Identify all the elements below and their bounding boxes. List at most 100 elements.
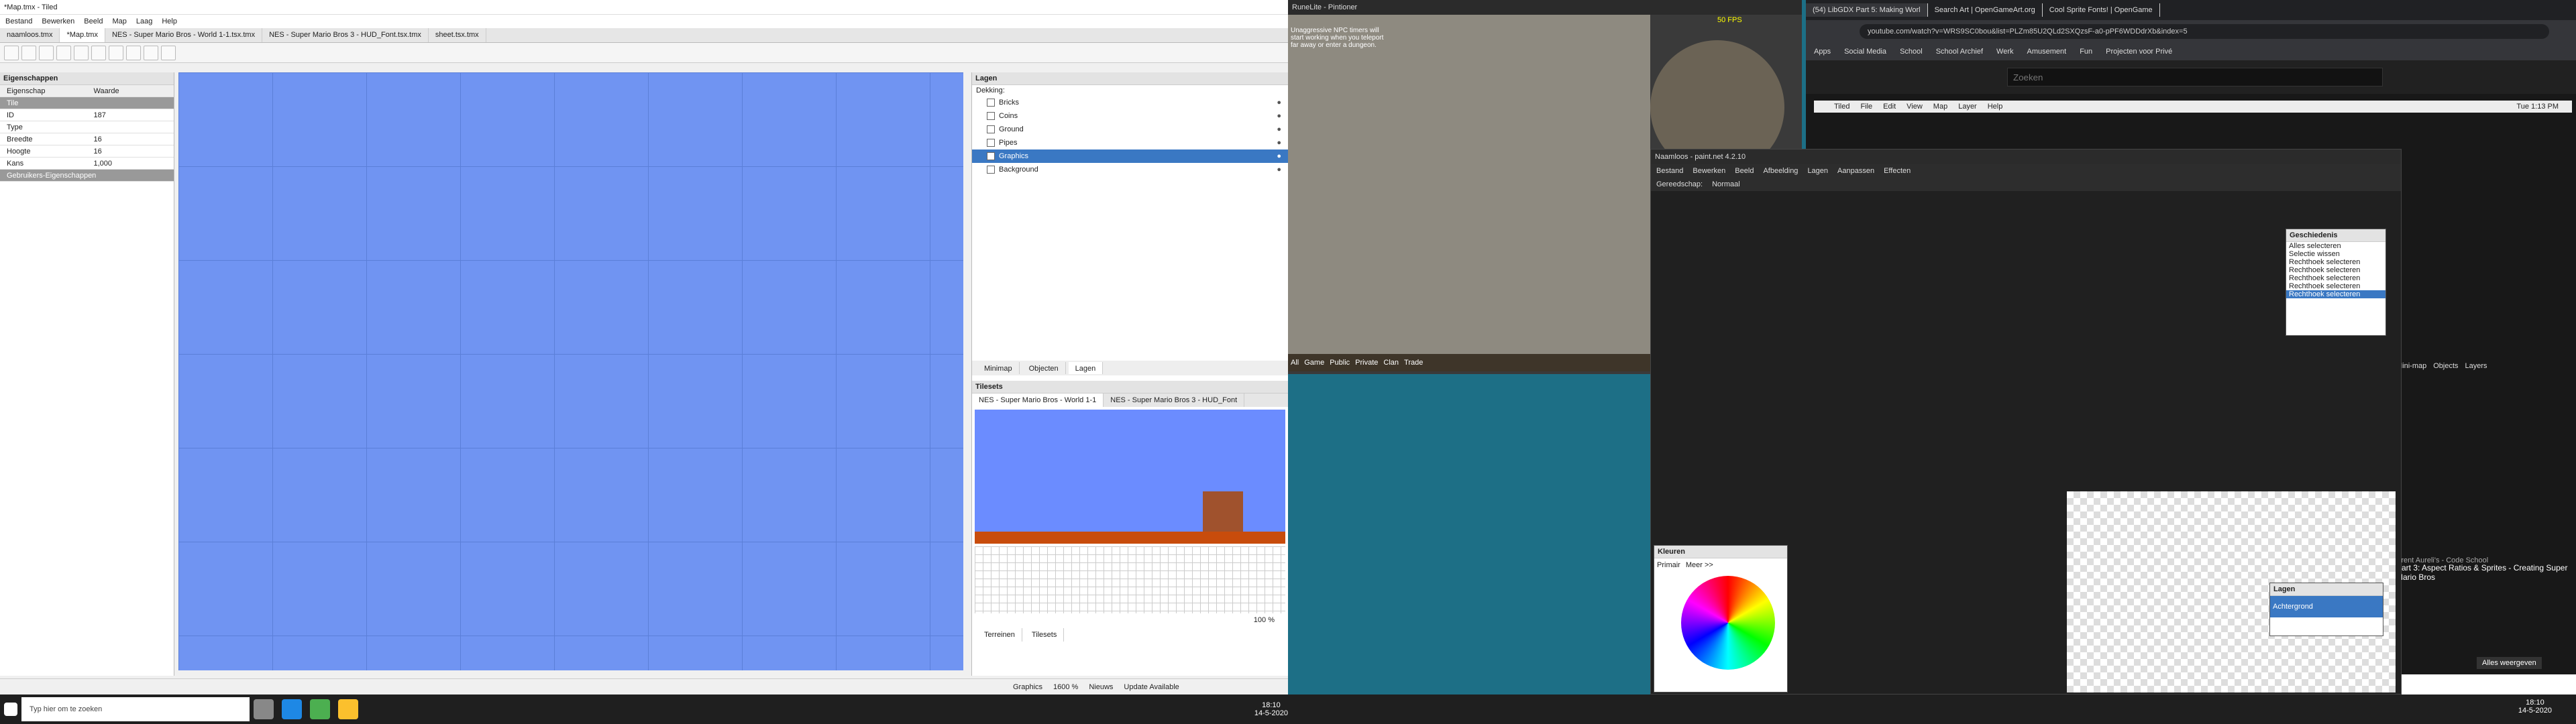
layer-pipes[interactable]: Pipes ●: [972, 136, 1288, 149]
notification-button[interactable]: Alles weergeven: [2477, 657, 2542, 669]
history-item[interactable]: Rechthoek selecteren: [2286, 274, 2385, 282]
paint-menu-beeld[interactable]: Beeld: [1735, 167, 1754, 175]
history-item[interactable]: Rechthoek selecteren: [2286, 282, 2385, 290]
chrome-tab-fonts[interactable]: Cool Sprite Fonts! | OpenGame: [2043, 3, 2160, 17]
layer-ground[interactable]: Ground ●: [972, 123, 1288, 136]
history-item[interactable]: Rechthoek selecteren: [2286, 266, 2385, 274]
paint-menu-effecten[interactable]: Effecten: [1884, 167, 1911, 175]
chat-tab-trade[interactable]: Trade: [1404, 359, 1423, 367]
tab-layers[interactable]: Lagen: [1068, 362, 1104, 374]
bookmark-apps[interactable]: Apps: [1814, 48, 1831, 56]
menu-bewerken[interactable]: Bewerken: [42, 17, 74, 25]
new-icon[interactable]: [4, 45, 19, 60]
layer-coins[interactable]: Coins ●: [972, 109, 1288, 123]
redo-icon[interactable]: [74, 45, 89, 60]
paint-menu-bestand[interactable]: Bestand: [1656, 167, 1683, 175]
prop-row-width[interactable]: Breedte 16: [0, 133, 174, 145]
chrome-tab-youtube[interactable]: (54) LibGDX Part 5: Making Worl: [1806, 3, 1928, 17]
chrome-icon[interactable]: [338, 699, 358, 719]
menu-beeld[interactable]: Beeld: [84, 17, 103, 25]
tab-sheet[interactable]: sheet.tsx.tmx: [429, 28, 486, 42]
eye-icon[interactable]: ●: [1277, 99, 1281, 107]
tab-tilesets[interactable]: Tilesets: [1025, 628, 1065, 642]
paint-menu-lagen[interactable]: Lagen: [1807, 167, 1828, 175]
save-icon[interactable]: [39, 45, 54, 60]
history-item[interactable]: Rechthoek selecteren: [2286, 290, 2385, 298]
layer-graphics[interactable]: Graphics ●: [972, 149, 1288, 163]
eye-icon[interactable]: ●: [1277, 152, 1281, 160]
custom-props-row[interactable]: Gebruikers-Eigenschappen: [0, 170, 174, 182]
select-icon[interactable]: [161, 45, 176, 60]
open-icon[interactable]: [21, 45, 36, 60]
terrain-icon[interactable]: [109, 45, 123, 60]
bookmark-werk[interactable]: Werk: [1996, 48, 2013, 56]
tileset-grid[interactable]: [975, 546, 1285, 613]
spotify-icon[interactable]: [310, 699, 330, 719]
bookmark-social[interactable]: Social Media: [1844, 48, 1886, 56]
tileset-zoom[interactable]: 100 %: [972, 613, 1288, 627]
game-viewport[interactable]: [1288, 15, 1650, 370]
menu-laag[interactable]: Laag: [136, 17, 152, 25]
bookmark-archief[interactable]: School Archief: [1936, 48, 1983, 56]
windows-start-icon[interactable]: [4, 703, 17, 716]
tileset-tab-hud[interactable]: NES - Super Mario Bros 3 - HUD_Font: [1104, 394, 1245, 407]
status-zoom[interactable]: 1600 %: [1053, 683, 1078, 691]
paint-menu-bewerken[interactable]: Bewerken: [1693, 167, 1725, 175]
chat-tab-all[interactable]: All: [1291, 359, 1299, 367]
chat-tab-clan[interactable]: Clan: [1383, 359, 1399, 367]
blend-mode[interactable]: Normaal: [1712, 180, 1740, 188]
tab-naamloos[interactable]: naamloos.tmx: [0, 28, 60, 42]
layer-bricks[interactable]: Bricks ●: [972, 96, 1288, 109]
history-item[interactable]: Rechthoek selecteren: [2286, 258, 2385, 266]
menu-help[interactable]: Help: [162, 17, 177, 25]
prop-row-kans[interactable]: Kans 1,000: [0, 158, 174, 170]
map-canvas[interactable]: [178, 72, 963, 670]
status-update[interactable]: Update Available: [1124, 683, 1179, 691]
tab-map[interactable]: *Map.tmx: [60, 28, 105, 42]
chat-tab-public[interactable]: Public: [1330, 359, 1350, 367]
fill-icon[interactable]: [126, 45, 141, 60]
video-title[interactable]: Part 3: Aspect Ratios & Sprites - Creati…: [2396, 563, 2571, 582]
chat-tab-game[interactable]: Game: [1304, 359, 1324, 367]
bookmark-prive[interactable]: Projecten voor Privé: [2106, 48, 2172, 56]
bookmark-amusement[interactable]: Amusement: [2027, 48, 2067, 56]
eye-icon[interactable]: ●: [1277, 125, 1281, 133]
eye-icon[interactable]: ●: [1277, 166, 1281, 174]
color-wheel[interactable]: [1681, 576, 1775, 670]
stamp-icon[interactable]: [91, 45, 106, 60]
history-item[interactable]: Alles selecteren: [2286, 242, 2385, 250]
tileset-tab-world[interactable]: NES - Super Mario Bros - World 1-1: [972, 394, 1104, 407]
tab-minimap[interactable]: Minimap: [977, 362, 1020, 374]
tab-terrains[interactable]: Terreinen: [977, 628, 1022, 642]
layer-achtergrond[interactable]: Achtergrond: [2270, 596, 2383, 617]
undo-icon[interactable]: [56, 45, 71, 60]
edge-icon[interactable]: [282, 699, 302, 719]
task-view-icon[interactable]: [254, 699, 274, 719]
paint-menu-aanpassen[interactable]: Aanpassen: [1837, 167, 1874, 175]
prop-row-height[interactable]: Hoogte 16: [0, 145, 174, 158]
paint-menu-afbeelding[interactable]: Afbeelding: [1763, 167, 1798, 175]
taskbar-search[interactable]: Typ hier om te zoeken: [21, 697, 250, 721]
chrome-tab-oga[interactable]: Search Art | OpenGameArt.org: [1928, 3, 2043, 17]
tab-objects[interactable]: Objecten: [1022, 362, 1066, 374]
url-field[interactable]: youtube.com/watch?v=WRS9SC0bou&list=PLZm…: [1860, 24, 2549, 39]
prop-row-id[interactable]: ID 187: [0, 109, 174, 121]
bookmark-fun[interactable]: Fun: [2080, 48, 2092, 56]
channel-name[interactable]: Brent Aureli's - Code School: [2396, 556, 2571, 564]
history-item[interactable]: Selectie wissen: [2286, 250, 2385, 258]
prop-row-type[interactable]: Type: [0, 121, 174, 133]
eye-icon[interactable]: ●: [1277, 112, 1281, 120]
chat-tab-private[interactable]: Private: [1355, 359, 1378, 367]
youtube-search-input[interactable]: [2007, 68, 2383, 86]
eraser-icon[interactable]: [144, 45, 158, 60]
eye-icon[interactable]: ●: [1277, 139, 1281, 147]
tab-hud[interactable]: NES - Super Mario Bros 3 - HUD_Font.tsx.…: [262, 28, 429, 42]
more-button[interactable]: Meer >>: [1686, 561, 1713, 569]
tileset-view[interactable]: [975, 410, 1285, 544]
status-news[interactable]: Nieuws: [1089, 683, 1113, 691]
menu-map[interactable]: Map: [112, 17, 126, 25]
prop-row-tile[interactable]: Tile: [0, 97, 174, 109]
menu-bestand[interactable]: Bestand: [5, 17, 32, 25]
layer-background[interactable]: Background ●: [972, 163, 1288, 176]
tab-world[interactable]: NES - Super Mario Bros - World 1-1.tsx.t…: [105, 28, 263, 42]
